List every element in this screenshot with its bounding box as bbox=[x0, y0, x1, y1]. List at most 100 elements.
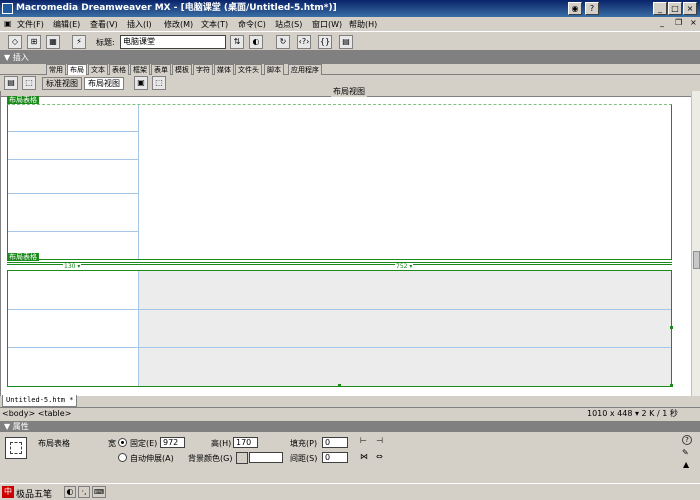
fixed-radio[interactable] bbox=[118, 438, 127, 447]
clear-widths-icon[interactable]: ⊢ bbox=[360, 436, 367, 445]
resize-handle[interactable] bbox=[670, 326, 673, 329]
tab-forms[interactable]: 表单 bbox=[151, 64, 171, 75]
halfwidth-icon[interactable]: ◐ bbox=[64, 486, 76, 498]
layout-table-label[interactable]: 布局表格 bbox=[7, 96, 39, 104]
spacing-label: 间距(S) bbox=[290, 454, 318, 463]
tab-script[interactable]: 脚本 bbox=[264, 64, 284, 75]
autostretch-radio[interactable] bbox=[118, 453, 127, 462]
help-icon[interactable]: ? bbox=[682, 435, 692, 445]
tag-selector[interactable]: <body> <table> bbox=[2, 408, 71, 420]
layout-cell-gray[interactable] bbox=[139, 271, 671, 386]
maximize-button[interactable]: □ bbox=[668, 2, 682, 15]
minimize-button[interactable]: _ bbox=[653, 2, 667, 15]
tab-tables[interactable]: 表格 bbox=[109, 64, 129, 75]
menu-insert[interactable]: 插入(I) bbox=[127, 19, 152, 30]
bgcolor-label: 背景颜色(G) bbox=[188, 454, 233, 463]
tab-head[interactable]: 文件头 bbox=[235, 64, 262, 75]
ime-icon[interactable]: 中 bbox=[2, 486, 14, 498]
doc-minimize-icon[interactable]: _ bbox=[660, 18, 664, 27]
menu-bar: ▣ 文件(F) 编辑(E) 查看(V) 插入(I) 修改(M) 文本(T) 命令… bbox=[0, 17, 700, 31]
bgcolor-input[interactable] bbox=[249, 452, 283, 463]
tab-layout[interactable]: 布局 bbox=[67, 64, 87, 75]
help-icon[interactable]: ? bbox=[585, 2, 599, 15]
properties-panel: 布局表格 宽 固定(E) 972 高(H) 170 填充(P) 0 ⊢ ⊣ 自动… bbox=[0, 432, 700, 482]
document-toolbar: ◇ ⊞ ▦ ⚡ 标题: 电脑课堂 ⇅ ◐ ↻ ‹?› {} ▤ bbox=[0, 31, 700, 51]
close-button[interactable]: × bbox=[683, 2, 697, 15]
window-title: Macromedia Dreamweaver MX - [电脑课堂 (桌面/Un… bbox=[16, 3, 337, 13]
expand-icon[interactable]: ▲ bbox=[683, 460, 689, 469]
remove-nesting-icon[interactable]: ⋈ bbox=[360, 452, 368, 461]
menu-commands[interactable]: 命令(C) bbox=[238, 19, 266, 30]
height-input[interactable]: 170 bbox=[233, 437, 258, 448]
menu-view[interactable]: 查看(V) bbox=[90, 19, 118, 30]
document-area[interactable]: 布局视图 布局表格 布局表格 130 ▾ 752 ▾ bbox=[0, 86, 691, 396]
resize-handle[interactable] bbox=[670, 384, 673, 387]
globe-icon[interactable]: ◉ bbox=[568, 2, 582, 15]
vertical-scrollbar[interactable] bbox=[691, 91, 700, 396]
menu-window[interactable]: 窗口(W) bbox=[312, 19, 342, 30]
tab-text[interactable]: 文本 bbox=[88, 64, 108, 75]
status-bar: <body> <table> 1010 x 448 ▾ 2 K / 1 秒 bbox=[0, 407, 700, 419]
standard-view-button[interactable]: 标准视图 bbox=[42, 77, 82, 90]
tab-media[interactable]: 媒体 bbox=[214, 64, 234, 75]
title-input[interactable]: 电脑课堂 bbox=[120, 35, 226, 49]
braces-icon[interactable]: {} bbox=[318, 35, 332, 49]
bgcolor-swatch[interactable] bbox=[236, 452, 248, 464]
cell-border bbox=[8, 193, 138, 194]
menu-edit[interactable]: 编辑(E) bbox=[53, 19, 80, 30]
autostretch-label: 自动伸展(A) bbox=[130, 454, 174, 463]
document-tab[interactable]: Untitled-5.htm * bbox=[2, 395, 78, 407]
insert-panel-header[interactable]: ▼ 插入 bbox=[0, 51, 700, 64]
layout-table-icon[interactable]: ▤ bbox=[4, 76, 18, 90]
file-management-icon[interactable]: ⇅ bbox=[230, 35, 244, 49]
menu-modify[interactable]: 修改(M) bbox=[164, 19, 193, 30]
doc-restore-icon[interactable]: ❐ bbox=[675, 18, 682, 27]
menu-file[interactable]: 文件(F) bbox=[17, 19, 44, 30]
code-view-icon[interactable]: ◇ bbox=[8, 35, 22, 49]
padding-input[interactable]: 0 bbox=[322, 437, 348, 448]
keyboard-icon[interactable]: ⌨ bbox=[92, 486, 106, 498]
width-input[interactable]: 972 bbox=[160, 437, 185, 448]
menu-site[interactable]: 站点(S) bbox=[275, 19, 302, 30]
tab-application[interactable]: 应用程序 bbox=[288, 64, 322, 75]
tab-templates[interactable]: 模板 bbox=[172, 64, 192, 75]
tab-characters[interactable]: 字符 bbox=[193, 64, 213, 75]
preview-icon[interactable]: ◐ bbox=[249, 35, 263, 49]
punctuation-icon[interactable]: ·, bbox=[78, 486, 90, 498]
width-label: 宽 bbox=[108, 439, 116, 448]
refresh-icon[interactable]: ↻ bbox=[276, 35, 290, 49]
layout-table[interactable] bbox=[7, 104, 672, 260]
menu-text[interactable]: 文本(T) bbox=[201, 19, 228, 30]
height-label: 高(H) bbox=[211, 439, 232, 448]
properties-panel-header[interactable]: ▼ 属性 bbox=[0, 421, 700, 432]
live-data-icon[interactable]: ⚡ bbox=[72, 35, 86, 49]
spacing-input[interactable]: 0 bbox=[322, 452, 348, 463]
tab-common[interactable]: 常用 bbox=[46, 64, 66, 75]
insert-tabs: 常用 布局 文本 表格 框架 表单 模板 字符 媒体 文件头 脚本 应用程序 bbox=[0, 64, 700, 75]
code-navigation-icon[interactable]: ‹?› bbox=[297, 35, 311, 49]
window-size-info[interactable]: 1010 x 448 ▾ 2 K / 1 秒 bbox=[587, 408, 678, 420]
column-width-label[interactable]: 752 ▾ bbox=[395, 263, 414, 270]
draw-layout-cell-icon[interactable]: ⬚ bbox=[152, 76, 166, 90]
resize-handle[interactable] bbox=[338, 384, 341, 387]
make-widths-consistent-icon[interactable]: ⊣ bbox=[376, 436, 383, 445]
tab-frames[interactable]: 框架 bbox=[130, 64, 150, 75]
padding-label: 填充(P) bbox=[290, 439, 318, 448]
ime-label[interactable]: 极品五笔 bbox=[16, 487, 52, 500]
cell-border bbox=[8, 347, 671, 348]
remove-spacers-icon[interactable]: ⇔ bbox=[376, 452, 383, 461]
edit-icon[interactable]: ✎ bbox=[682, 448, 689, 457]
column-width-label[interactable]: 130 ▾ bbox=[63, 263, 82, 270]
cell-border bbox=[8, 131, 138, 132]
layout-view-button[interactable]: 布局视图 bbox=[84, 77, 124, 90]
split-view-icon[interactable]: ⊞ bbox=[27, 35, 41, 49]
draw-cell-icon[interactable]: ⬚ bbox=[22, 76, 36, 90]
menu-help[interactable]: 帮助(H) bbox=[349, 19, 377, 30]
design-view-icon[interactable]: ▦ bbox=[46, 35, 60, 49]
insert-layout-table-icon[interactable]: ▣ bbox=[134, 76, 148, 90]
doc-close-icon[interactable]: × bbox=[690, 18, 697, 27]
fixed-label: 固定(E) bbox=[130, 439, 158, 448]
layout-table-label[interactable]: 布局表格 bbox=[7, 253, 39, 261]
view-options-icon[interactable]: ▤ bbox=[339, 35, 353, 49]
panel-collapse-handle[interactable] bbox=[693, 251, 700, 269]
